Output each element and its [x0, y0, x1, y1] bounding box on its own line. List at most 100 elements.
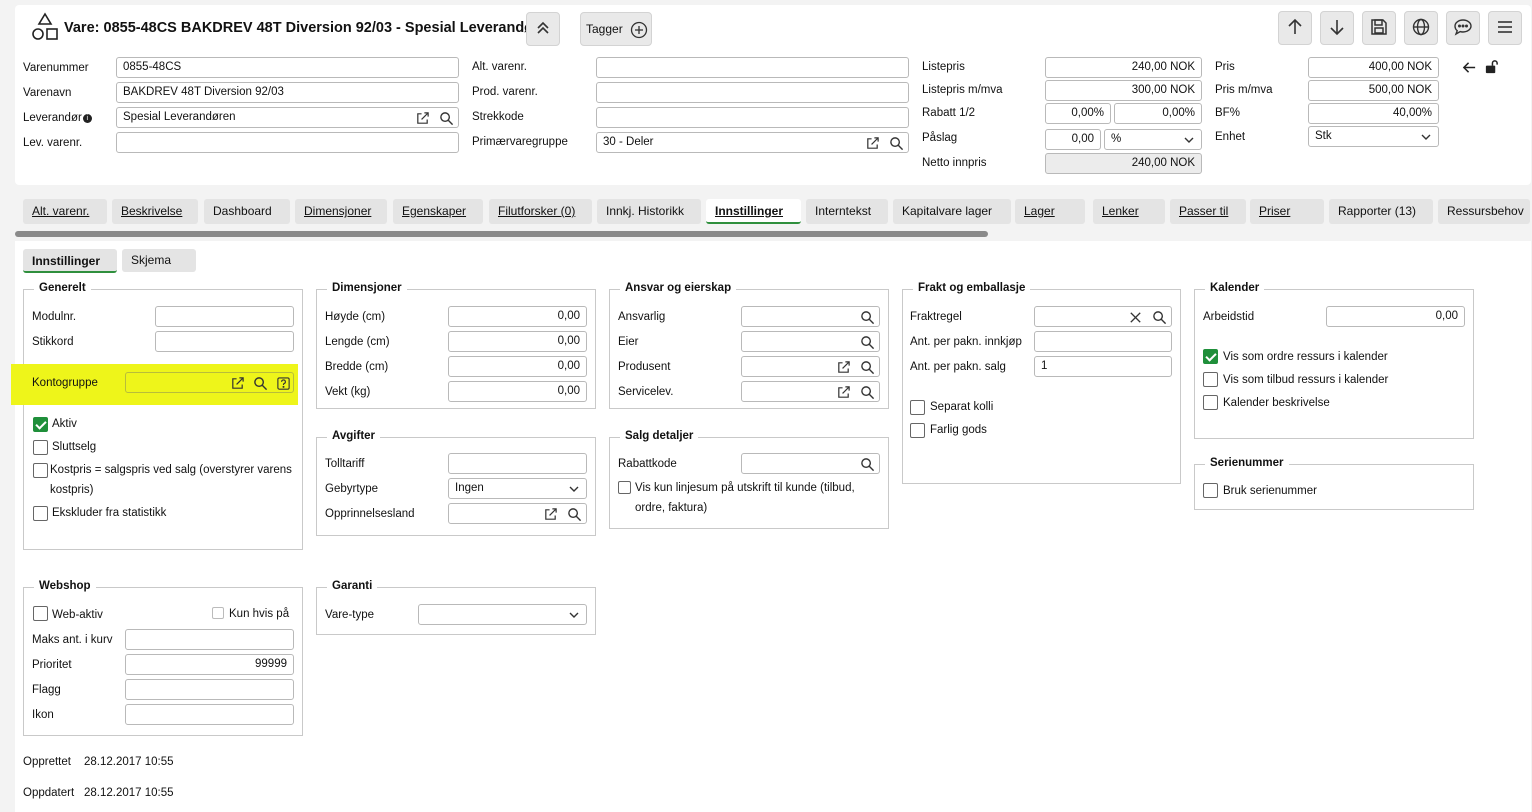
aktiv-checkbox[interactable] [33, 417, 48, 432]
menu-button[interactable] [1488, 11, 1522, 45]
tags-button[interactable]: Tagger [580, 12, 652, 46]
leverandor-field[interactable]: Spesial Leverandøren [116, 107, 459, 128]
shapes-icon [30, 12, 60, 42]
paslag-unit-select[interactable]: % [1104, 129, 1202, 150]
vekt-field[interactable]: 0,00 [448, 381, 587, 402]
vis-ordre-checkbox[interactable] [1203, 349, 1218, 364]
kostpris-checkbox[interactable] [33, 463, 48, 478]
search-icon[interactable] [888, 135, 904, 151]
pris-mva-field[interactable]: 500,00 NOK [1308, 80, 1439, 101]
open-external-icon[interactable] [835, 359, 851, 375]
vare-type-select[interactable] [418, 604, 587, 625]
lengde-field[interactable]: 0,00 [448, 331, 587, 352]
web-aktiv-checkbox[interactable] [33, 606, 48, 621]
search-icon[interactable] [1151, 309, 1167, 325]
gebyrtype-select[interactable]: Ingen [448, 478, 587, 499]
varenavn-field[interactable]: BAKDREV 48T Diversion 92/03 [116, 82, 459, 103]
tab-ressursbehov[interactable]: Ressursbehov [1438, 199, 1530, 224]
alt-varenr-field[interactable] [596, 57, 909, 78]
collapse-button[interactable] [526, 12, 560, 46]
tab-passer-til[interactable]: Passer til [1170, 199, 1246, 224]
search-icon[interactable] [438, 110, 454, 126]
ikon-field[interactable] [125, 704, 294, 725]
flagg-field[interactable] [125, 679, 294, 700]
bredde-label: Bredde (cm) [325, 361, 389, 373]
lev-varenr-field[interactable] [116, 132, 459, 153]
bredde-field[interactable]: 0,00 [448, 356, 587, 377]
ekskluder-checkbox[interactable] [33, 506, 48, 521]
search-icon[interactable] [859, 309, 875, 325]
bf-field[interactable]: 40,00% [1308, 103, 1439, 124]
next-button[interactable] [1320, 11, 1354, 45]
prioritet-field[interactable]: 99999 [125, 654, 294, 675]
save-icon [1369, 17, 1389, 40]
vis-tilbud-checkbox[interactable] [1203, 372, 1218, 387]
innkjop-field[interactable] [1034, 331, 1172, 352]
listepris-field[interactable]: 240,00 NOK [1045, 57, 1202, 78]
tab-kapitalvare-lager[interactable]: Kapitalvare lager [893, 199, 1011, 224]
rabatt1-field[interactable]: 0,00% [1045, 103, 1111, 124]
tab-lenker[interactable]: Lenker [1093, 199, 1165, 224]
modulnr-field[interactable] [155, 306, 294, 327]
rabatt2-field[interactable]: 0,00% [1114, 103, 1202, 124]
linjesum-checkbox[interactable] [618, 481, 631, 494]
tab-lager[interactable]: Lager [1015, 199, 1085, 224]
tab-interntekst[interactable]: Interntekst [806, 199, 888, 224]
tab-filutforsker[interactable]: Filutforsker (0) [489, 199, 592, 224]
open-external-icon[interactable] [414, 110, 430, 126]
open-external-icon[interactable] [864, 135, 880, 151]
tolltariff-field[interactable] [448, 453, 587, 474]
help-icon[interactable] [275, 375, 291, 391]
tab-innkj-historikk[interactable]: Innkj. Historikk [597, 199, 701, 224]
kalender-beskrivelse-checkbox[interactable] [1203, 395, 1218, 410]
search-icon[interactable] [859, 359, 875, 375]
tab-dashboard[interactable]: Dashboard [204, 199, 290, 224]
primarvaregruppe-field[interactable]: 30 - Deler [596, 132, 909, 153]
hoyde-field[interactable]: 0,00 [448, 306, 587, 327]
open-external-icon[interactable] [229, 375, 245, 391]
chat-button[interactable] [1446, 11, 1480, 45]
prod-varenr-field[interactable] [596, 82, 909, 103]
kun-hvis-checkbox[interactable] [212, 607, 224, 619]
unlock-icon[interactable] [1483, 58, 1499, 74]
tab-rapporter[interactable]: Rapporter (13) [1329, 199, 1433, 224]
pris-field[interactable]: 400,00 NOK [1308, 57, 1439, 78]
sluttselg-checkbox[interactable] [33, 440, 48, 455]
enhet-select[interactable]: Stk [1308, 126, 1439, 147]
tab-beskrivelse[interactable]: Beskrivelse [112, 199, 198, 224]
back-arrow-icon[interactable] [1461, 59, 1477, 75]
farlig-checkbox[interactable] [910, 423, 925, 438]
web-button[interactable] [1404, 11, 1438, 45]
subtab-innstillinger[interactable]: Innstillinger [23, 249, 117, 273]
stikkord-field[interactable] [155, 331, 294, 352]
search-icon[interactable] [252, 375, 268, 391]
tab-priser[interactable]: Priser [1250, 199, 1324, 224]
tabs-scrollbar[interactable] [15, 231, 988, 237]
gebyrtype-label: Gebyrtype [325, 483, 379, 495]
tab-egenskaper[interactable]: Egenskaper [393, 199, 483, 224]
strekkode-field[interactable] [596, 107, 909, 128]
kontogruppe-field[interactable] [125, 372, 294, 393]
paslag-field[interactable]: 0,00 [1045, 129, 1101, 150]
previous-button[interactable] [1278, 11, 1312, 45]
search-icon[interactable] [859, 384, 875, 400]
primarvaregruppe-label: Primærvaregruppe [472, 136, 568, 148]
open-external-icon[interactable] [835, 384, 851, 400]
subtab-skjema[interactable]: Skjema [122, 249, 196, 272]
open-external-icon[interactable] [542, 506, 558, 522]
bruk-serienummer-checkbox[interactable] [1203, 483, 1218, 498]
salg-pakn-field[interactable]: 1 [1034, 356, 1172, 377]
tab-alt-varenr[interactable]: Alt. varenr. [23, 199, 107, 224]
search-icon[interactable] [566, 506, 582, 522]
varenummer-field[interactable]: 0855-48CS [116, 57, 459, 78]
tab-innstillinger[interactable]: Innstillinger [706, 199, 801, 224]
search-icon[interactable] [859, 456, 875, 472]
maks-field[interactable] [125, 629, 294, 650]
listepris-mva-field[interactable]: 300,00 NOK [1045, 80, 1202, 101]
tab-dimensjoner[interactable]: Dimensjoner [295, 199, 387, 224]
search-icon[interactable] [859, 334, 875, 350]
arbeidstid-field[interactable]: 0,00 [1326, 306, 1465, 327]
close-icon[interactable] [1127, 309, 1143, 325]
save-button[interactable] [1362, 11, 1396, 45]
separat-checkbox[interactable] [910, 400, 925, 415]
